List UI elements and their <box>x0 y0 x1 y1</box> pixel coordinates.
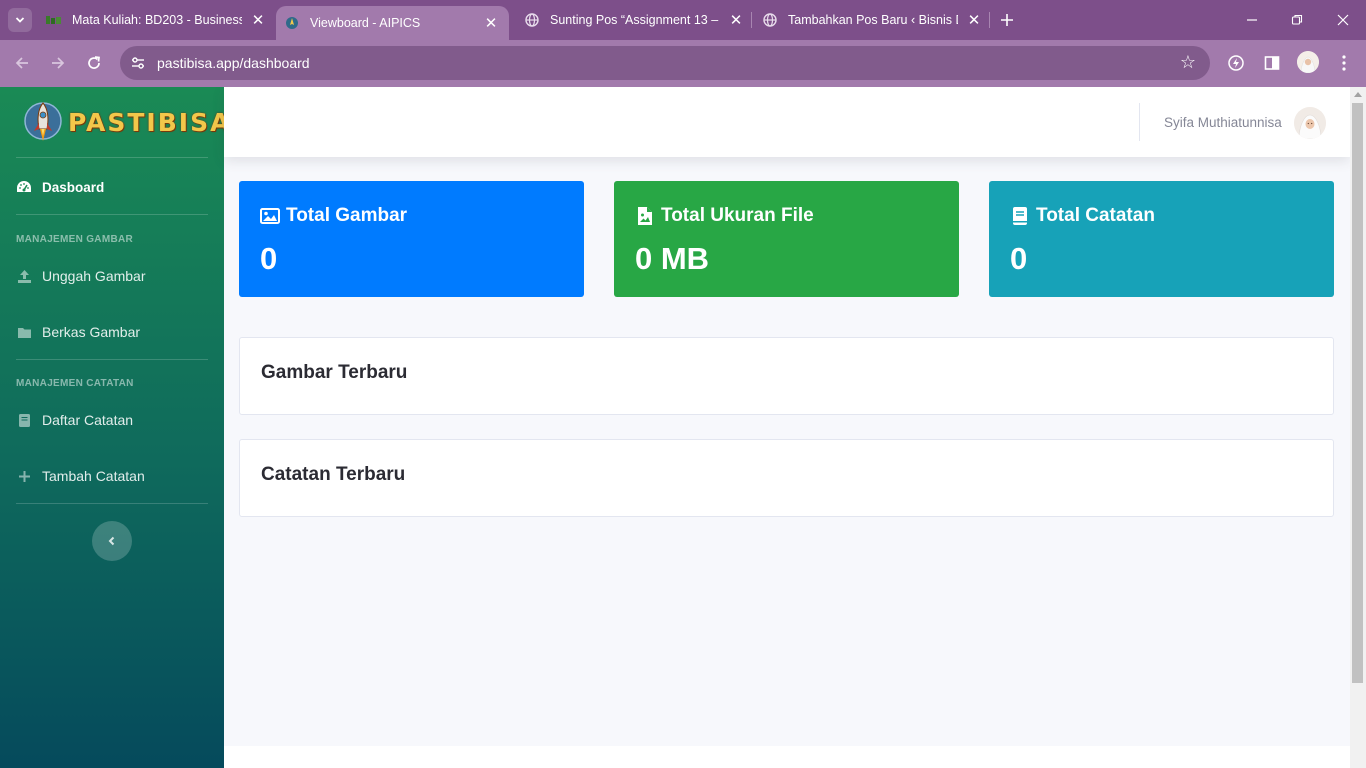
minimize-icon <box>1247 19 1257 21</box>
card-value: 0 <box>260 241 278 276</box>
sidebar-item-dasboard[interactable]: Dasboard <box>16 167 208 207</box>
plus-icon <box>1001 14 1013 26</box>
course-favicon <box>46 12 62 28</box>
chevron-left-icon <box>108 536 115 546</box>
new-tab-button[interactable] <box>996 9 1018 31</box>
sidebar-item-label: Daftar Catatan <box>42 412 134 428</box>
sidebar-divider <box>16 359 208 360</box>
sidebar-item-label: Unggah Gambar <box>42 268 146 284</box>
tab-title: Tambahkan Pos Baru ‹ Bisnis Di <box>788 13 958 27</box>
rocket-logo-icon <box>24 102 62 141</box>
url-text[interactable]: pastibisa.app/dashboard <box>157 55 310 71</box>
tab-viewboard[interactable]: Viewboard - AIPICS ✕ <box>276 6 509 40</box>
sidebar-heading-gambar: MANAJEMEN GAMBAR <box>16 234 134 245</box>
card-total-catatan: Total Catatan 0 <box>989 181 1334 297</box>
reload-icon <box>88 56 100 69</box>
tab-title: Viewboard - AIPICS <box>310 16 421 30</box>
close-icon[interactable]: ✕ <box>964 10 984 30</box>
restore-icon <box>1291 14 1303 25</box>
browser-profile-avatar[interactable] <box>1297 51 1319 73</box>
sidebar-item-berkas-gambar[interactable]: Berkas Gambar <box>16 312 208 352</box>
close-icon <box>1337 14 1349 26</box>
restore-button[interactable] <box>1287 10 1307 30</box>
close-icon[interactable]: ✕ <box>248 10 268 30</box>
image-icon <box>260 206 280 226</box>
browser-toolbar: pastibisa.app/dashboard ☆ <box>0 40 1366 87</box>
card-total-ukuran-file: Total Ukuran File 0 MB <box>614 181 959 297</box>
sidebar-divider <box>16 214 208 215</box>
panel-gambar-terbaru: Gambar Terbaru <box>239 337 1334 415</box>
tab-search-button[interactable] <box>8 8 32 32</box>
plus-icon <box>16 468 32 484</box>
file-image-icon <box>635 206 655 226</box>
sidebar-item-daftar-catatan[interactable]: Daftar Catatan <box>16 400 208 440</box>
scrollbar-thumb[interactable] <box>1352 103 1363 683</box>
tab-title: Mata Kuliah: BD203 - Business I <box>72 13 242 27</box>
card-value: 0 <box>1010 241 1028 276</box>
arrow-right-icon <box>52 57 65 69</box>
book-icon <box>1010 206 1030 226</box>
upload-icon <box>16 268 32 284</box>
tab-separator <box>989 12 990 28</box>
minimize-button[interactable] <box>1242 10 1262 30</box>
folder-icon <box>16 324 32 340</box>
window-close-button[interactable] <box>1333 10 1353 30</box>
sidebar-heading-catatan: MANAJEMEN CATATAN <box>16 378 134 389</box>
arrow-left-icon <box>15 57 28 69</box>
card-title: Total Gambar <box>286 205 408 226</box>
tab-sunting-pos[interactable]: Sunting Pos “Assignment 13 – B ✕ <box>524 6 746 34</box>
panel-title: Catatan Terbaru <box>261 464 406 485</box>
browser-tab-bar: Mata Kuliah: BD203 - Business I ✕ Viewbo… <box>0 0 1366 40</box>
globe-icon <box>524 12 540 28</box>
user-name[interactable]: Syifa Muthiatunnisa <box>1164 115 1282 130</box>
performance-icon[interactable] <box>1226 53 1246 73</box>
panel-title: Gambar Terbaru <box>261 362 408 383</box>
tab-title: Sunting Pos “Assignment 13 – B <box>550 13 720 27</box>
menu-icon[interactable] <box>1334 53 1354 73</box>
sidebar-item-label: Tambah Catatan <box>42 468 145 484</box>
scroll-up-icon[interactable] <box>1354 92 1362 97</box>
card-total-gambar: Total Gambar 0 <box>239 181 584 297</box>
close-icon[interactable]: ✕ <box>726 10 746 30</box>
sidebar-item-label: Dasboard <box>42 179 105 195</box>
user-avatar[interactable] <box>1294 107 1326 139</box>
sidebar: PASTIBISA Dasboard MANAJEMEN GAMBAR Ungg… <box>0 87 229 768</box>
sidebar-toggle-button[interactable] <box>92 521 132 561</box>
brand-logo[interactable]: PASTIBISA <box>22 97 231 147</box>
topbar: Syifa Muthiatunnisa <box>224 87 1350 157</box>
forward-button[interactable] <box>47 52 69 74</box>
sidebar-item-tambah-catatan[interactable]: Tambah Catatan <box>16 456 208 496</box>
sidebar-item-unggah-gambar[interactable]: Unggah Gambar <box>16 256 208 296</box>
brand-name: PASTIBISA <box>68 107 232 137</box>
page: PASTIBISA Dasboard MANAJEMEN GAMBAR Ungg… <box>0 87 1366 768</box>
sidebar-item-label: Berkas Gambar <box>42 324 141 340</box>
side-panel-icon[interactable] <box>1262 53 1282 73</box>
address-bar[interactable]: pastibisa.app/dashboard ☆ <box>120 46 1210 80</box>
tachometer-icon <box>16 179 32 195</box>
tab-tambahkan-pos[interactable]: Tambahkan Pos Baru ‹ Bisnis Di ✕ <box>762 6 984 34</box>
globe-icon <box>762 12 778 28</box>
aipics-favicon <box>284 15 300 31</box>
reload-button[interactable] <box>83 52 105 74</box>
tab-mata-kuliah[interactable]: Mata Kuliah: BD203 - Business I ✕ <box>46 6 268 34</box>
bookmark-star-icon[interactable]: ☆ <box>1180 52 1196 73</box>
book-icon <box>16 412 32 428</box>
card-title: Total Ukuran File <box>661 205 814 226</box>
topbar-divider <box>1139 103 1140 141</box>
sidebar-divider <box>16 503 208 504</box>
card-title: Total Catatan <box>1036 205 1155 226</box>
card-value: 0 MB <box>635 241 710 276</box>
panel-catatan-terbaru: Catatan Terbaru <box>239 439 1334 517</box>
sidebar-divider <box>16 157 208 158</box>
chevron-down-icon <box>15 17 25 23</box>
tab-separator <box>751 12 752 28</box>
footer <box>224 746 1350 768</box>
page-scrollbar[interactable] <box>1350 87 1366 768</box>
close-icon[interactable]: ✕ <box>481 13 501 33</box>
site-settings-icon[interactable] <box>130 55 146 71</box>
back-button[interactable] <box>11 52 33 74</box>
